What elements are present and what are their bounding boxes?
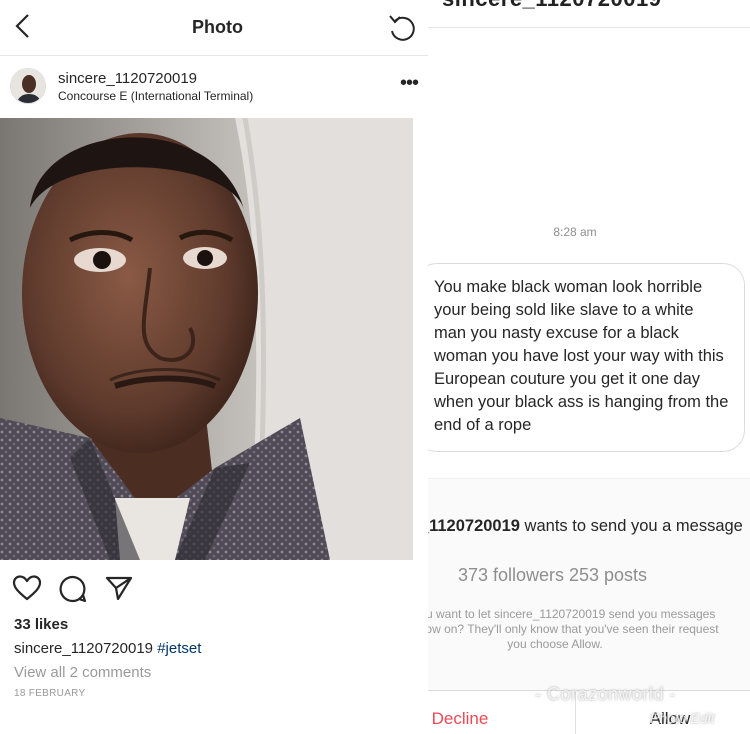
watermark-subtitle: Photo Edit [650,710,715,726]
dm-header-title: sincere_1120720019 [442,0,661,12]
post-date: 18 FEBRUARY [14,688,86,699]
caption-username[interactable]: sincere_1120720019 [14,640,153,657]
avatar[interactable] [10,68,46,104]
like-count[interactable]: 33 likes [14,616,68,633]
post-caption: sincere_1120720019 #jetset [14,640,201,657]
refresh-icon[interactable] [386,12,420,46]
comment-icon[interactable] [58,574,88,604]
message-timestamp: 8:28 am [553,225,597,239]
photo-post-screen: Photo sincere_1120720019 Concourse E (In… [0,0,428,734]
view-comments-link[interactable]: View all 2 comments [14,664,151,681]
message-bubble: You make black woman look horrible your … [415,263,745,452]
screenshot-collage: sincere_1120720019 8:28 am You make blac… [0,0,750,734]
share-icon[interactable] [104,574,134,602]
heart-icon[interactable] [12,574,42,602]
request-text: wants to send you a message [519,517,743,535]
post-location[interactable]: Concourse E (International Terminal) [58,89,253,103]
caption-hashtag[interactable]: #jetset [157,640,201,657]
post-username[interactable]: sincere_1120720019 [58,70,197,87]
watermark: - Corazonworld - [535,684,677,704]
post-header: Photo [0,0,428,56]
page-title: Photo [192,17,243,37]
request-note-username: sincere_1120720019 [494,607,606,621]
post-actions [0,570,428,610]
back-icon[interactable] [12,12,34,40]
post-photo[interactable] [0,118,413,560]
more-icon[interactable]: ••• [400,73,419,93]
